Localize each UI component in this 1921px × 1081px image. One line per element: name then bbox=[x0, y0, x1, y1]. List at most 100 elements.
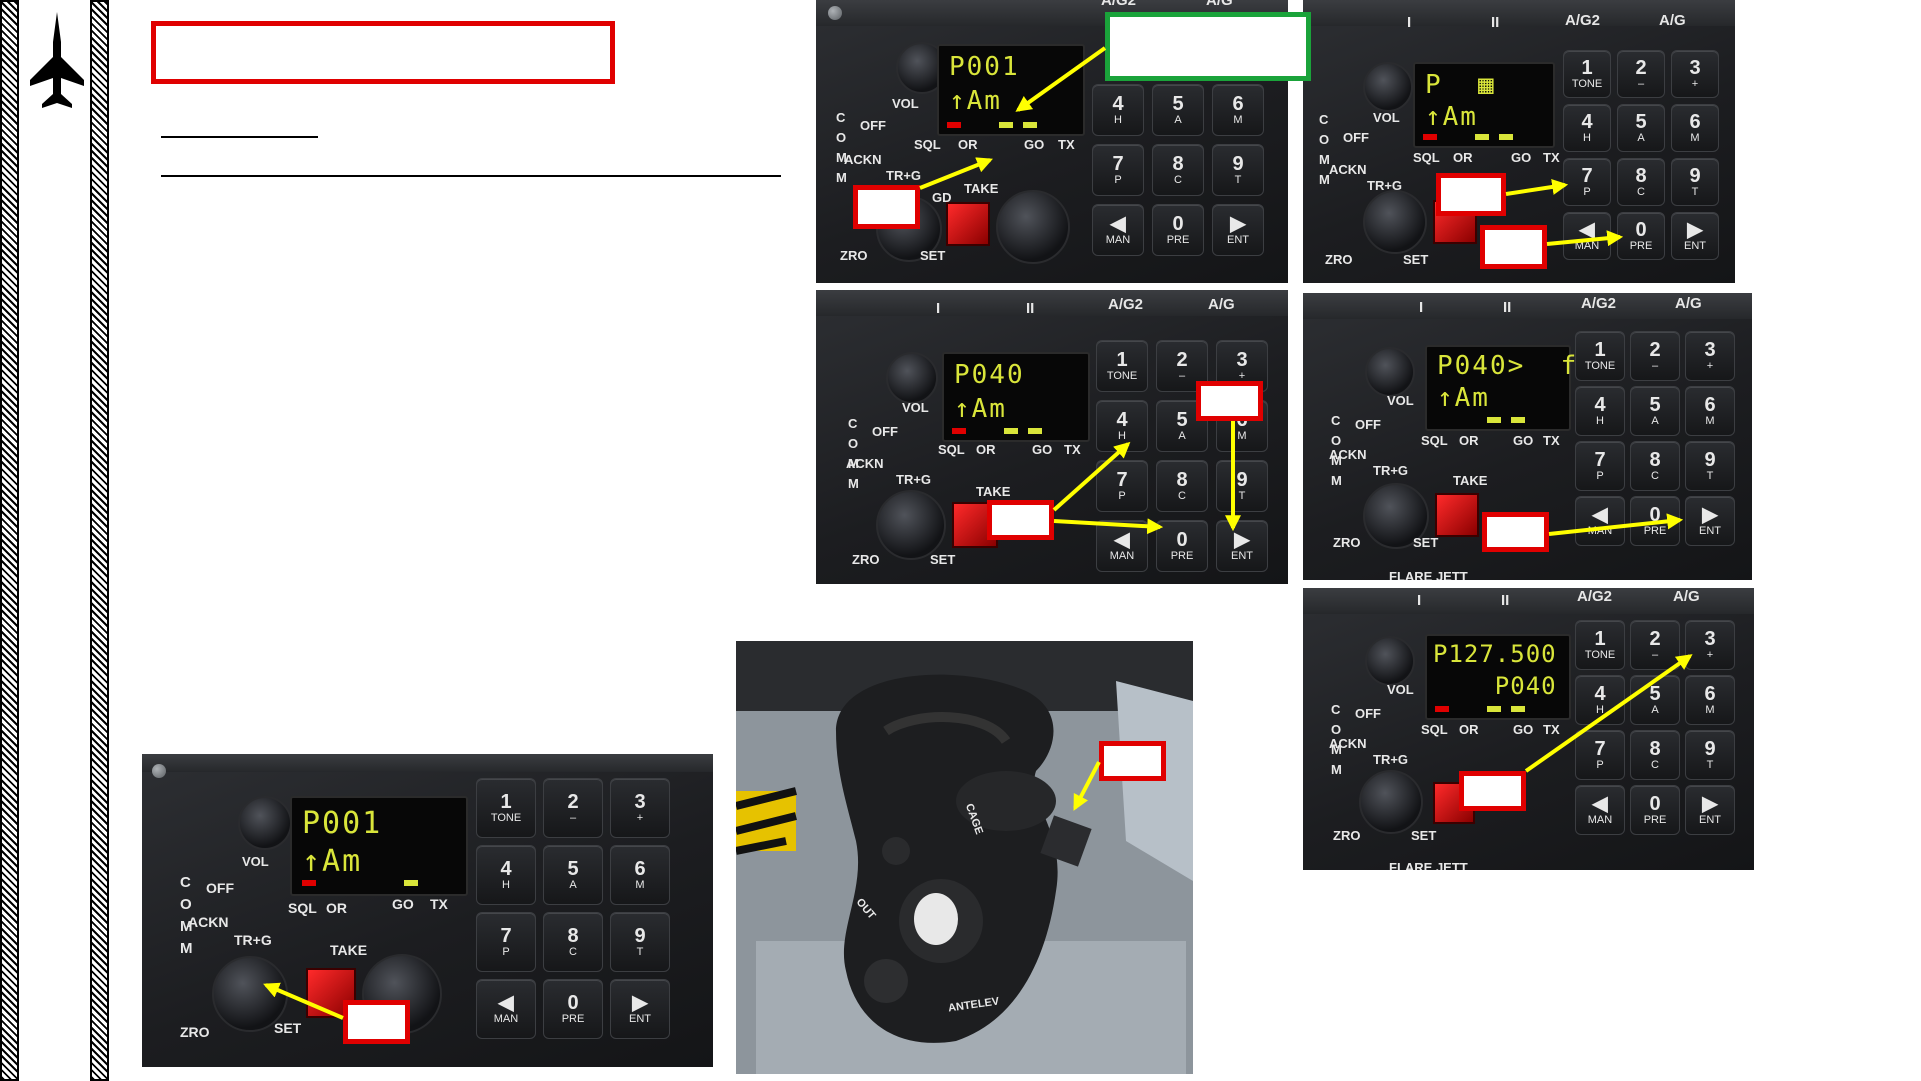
status-lamp-yellow bbox=[1499, 134, 1513, 140]
key-4: 4H bbox=[1092, 84, 1144, 136]
label-sql: SQL bbox=[938, 442, 965, 457]
key-5: 5A bbox=[1617, 104, 1665, 152]
key-4: 4H bbox=[1096, 400, 1148, 452]
key-ent: ▶ ENT bbox=[1216, 520, 1268, 572]
label-zro: ZRO bbox=[840, 248, 868, 263]
label-vol: VOL bbox=[1373, 110, 1400, 125]
label-roman-2: II bbox=[1026, 300, 1035, 317]
ufc-keypad: 1TONE 2– 3+ 4H 5A 6M 7P 8C 9T ◀MAN 0PRE … bbox=[1096, 340, 1268, 572]
label-ackn: ACKN bbox=[1329, 736, 1367, 751]
callout-4 bbox=[1196, 381, 1263, 421]
label-zro: ZRO bbox=[180, 1024, 210, 1040]
label-zro: ZRO bbox=[852, 552, 880, 567]
status-lamp-yellow bbox=[1511, 417, 1525, 423]
label-ackn: ACKN bbox=[1329, 162, 1367, 177]
label-a-g: A/G bbox=[1208, 296, 1235, 313]
callout-3 bbox=[1480, 225, 1547, 269]
title-callout-box bbox=[151, 21, 615, 84]
label-a-g2: A/G2 bbox=[1108, 296, 1144, 313]
status-lamp-yellow bbox=[1475, 134, 1489, 140]
key-3: 3 + bbox=[610, 778, 670, 838]
label-or: OR bbox=[958, 137, 978, 152]
label-ackn: ACKN bbox=[1329, 447, 1367, 462]
label-go: GO bbox=[1513, 433, 1534, 448]
label-go: GO bbox=[1024, 137, 1045, 152]
key-7: 7P bbox=[1575, 441, 1625, 491]
ufc-photo-6: VOL P001 ↑Am COMM OFF SQL OR GO TX ACKN … bbox=[142, 754, 713, 1067]
label-roman-1: I bbox=[1417, 592, 1422, 609]
label-vol: VOL bbox=[1387, 682, 1414, 697]
label-off: OFF bbox=[1343, 130, 1369, 145]
label-trg: TR+G bbox=[1373, 463, 1409, 478]
key-8: 8C bbox=[1630, 441, 1680, 491]
callout-1 bbox=[853, 185, 920, 229]
ufc-display: P127.500 P040 bbox=[1425, 634, 1571, 720]
callout-9 bbox=[343, 1000, 410, 1044]
key-9: 9T bbox=[610, 912, 670, 972]
status-lamp-yellow bbox=[404, 880, 418, 886]
key-2: 2– bbox=[1617, 50, 1665, 98]
key-0: 0 PRE bbox=[1156, 520, 1208, 572]
label-zro: ZRO bbox=[1333, 828, 1361, 843]
label-vol: VOL bbox=[902, 400, 929, 415]
ufc-display: P040> f ↑Am bbox=[1425, 345, 1576, 431]
callout-7 bbox=[1459, 771, 1526, 811]
key-1: 1 TONE bbox=[1563, 50, 1611, 98]
fighter-jet-icon bbox=[30, 12, 84, 108]
key-7: 7P bbox=[476, 912, 536, 972]
key-man: ◀ MAN bbox=[1563, 212, 1611, 260]
label-zro: ZRO bbox=[1325, 252, 1353, 267]
label-or: OR bbox=[1453, 150, 1473, 165]
label-zro: ZRO bbox=[1333, 535, 1361, 550]
ufc-keypad: 1TONE 2– 3+ 4H 5A 6M 7P 8C 9T ◀MAN 0PRE … bbox=[1575, 620, 1735, 835]
key-2: 2– bbox=[543, 778, 603, 838]
label-a-g: A/G bbox=[1675, 295, 1702, 312]
label-tx: TX bbox=[1543, 150, 1560, 165]
status-lamp-red bbox=[302, 880, 316, 886]
key-0: 0 PRE bbox=[543, 979, 603, 1039]
label-trg: TR+G bbox=[896, 472, 932, 487]
key-8: 8C bbox=[1156, 460, 1208, 512]
label-off: OFF bbox=[1355, 706, 1381, 721]
channel-knob bbox=[996, 190, 1070, 264]
key-7: 7P bbox=[1575, 730, 1625, 780]
key-4: 4H bbox=[1575, 675, 1625, 725]
label-off: OFF bbox=[206, 880, 234, 896]
label-roman-2: II bbox=[1503, 299, 1512, 316]
key-6: 6M bbox=[610, 845, 670, 905]
label-set: SET bbox=[920, 248, 946, 263]
label-a-g2: A/G2 bbox=[1577, 588, 1613, 605]
label-tx: TX bbox=[1543, 722, 1560, 737]
key-0: 0 PRE bbox=[1630, 785, 1680, 835]
label-roman-1: I bbox=[1407, 14, 1412, 31]
label-or: OR bbox=[976, 442, 996, 457]
display-line-1: P001 bbox=[302, 806, 383, 841]
key-5: 5A bbox=[1630, 386, 1680, 436]
key-man: ◀ MAN bbox=[476, 979, 536, 1039]
status-lamp-red bbox=[952, 428, 966, 434]
callout-5 bbox=[987, 500, 1054, 540]
status-lamp-yellow bbox=[1004, 428, 1018, 434]
ufc-display: P ▦ ↑Am bbox=[1413, 62, 1555, 148]
label-ackn: ACKN bbox=[188, 914, 229, 930]
mode-selector-knob bbox=[876, 490, 946, 560]
ufc-display: P001 ↑Am bbox=[290, 796, 468, 896]
red-take-button bbox=[1435, 493, 1479, 537]
heading-underline-short bbox=[161, 136, 318, 138]
key-ent: ▶ ENT bbox=[1685, 496, 1735, 546]
key-2: 2– bbox=[1630, 620, 1680, 670]
key-man: ◀ MAN bbox=[1575, 785, 1625, 835]
ufc-display: P001 ↑Am bbox=[937, 44, 1085, 136]
label-ackn: ACKN bbox=[844, 152, 882, 167]
display-line-2: P040 bbox=[1433, 672, 1557, 700]
label-sql: SQL bbox=[914, 137, 941, 152]
label-take: TAKE bbox=[330, 942, 368, 958]
label-tx: TX bbox=[1543, 433, 1560, 448]
label-set: SET bbox=[1403, 252, 1429, 267]
label-sql: SQL bbox=[1421, 433, 1448, 448]
key-1: 1 TONE bbox=[1096, 340, 1148, 392]
label-trg: TR+G bbox=[1373, 752, 1409, 767]
mode-selector-knob bbox=[1359, 770, 1423, 834]
key-8: 8C bbox=[543, 912, 603, 972]
label-comm: COMM bbox=[1319, 112, 1330, 187]
